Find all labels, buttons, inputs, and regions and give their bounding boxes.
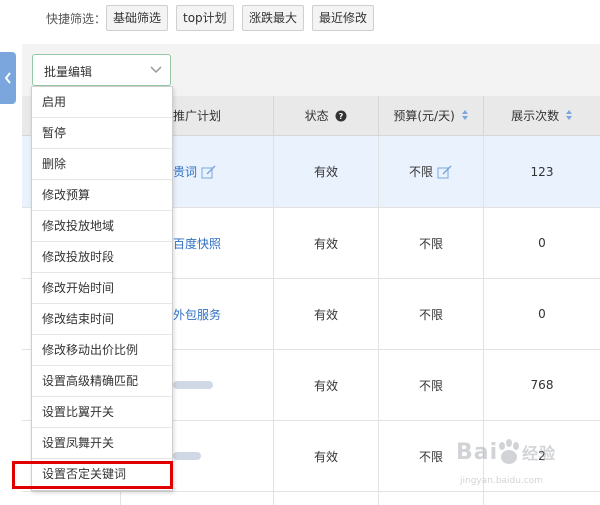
batch-edit-menu: 启用 暂停 删除 修改预算 修改投放地域 修改投放时段 修改开始时间 修改结束时… [31, 86, 173, 491]
watermark-url: jingyan.baidu.com [460, 476, 544, 486]
budget-cell: 不限 [378, 279, 483, 349]
chevron-left-icon [4, 72, 11, 84]
filter-recent-change-button[interactable]: 最近修改 [312, 5, 375, 31]
filter-biggest-change-button[interactable]: 涨跌最大 [242, 5, 305, 31]
filter-basic-button[interactable]: 基础筛选 [106, 5, 169, 31]
status-cell: 有效 [273, 421, 378, 491]
menu-item-delete[interactable]: 删除 [32, 149, 172, 180]
sort-icon[interactable] [565, 109, 573, 121]
status-cell: 有效 [273, 208, 378, 278]
menu-item-fengwu-switch[interactable]: 设置凤舞开关 [32, 428, 172, 459]
col-header-budget[interactable]: 预算(元/天) [378, 96, 483, 136]
svg-text:?: ? [339, 112, 344, 121]
col-header-budget-label: 预算(元/天) [393, 109, 455, 123]
paw-icon [499, 439, 519, 464]
col-header-impressions-label: 展示次数 [511, 109, 560, 123]
edit-icon[interactable] [201, 164, 217, 179]
sort-icon[interactable] [461, 109, 469, 121]
sidebar-toggle[interactable] [0, 52, 16, 104]
col-header-status: 状态 ? [273, 96, 378, 136]
batch-edit-label: 批量编辑 [44, 65, 93, 79]
redacted-plan-name [173, 452, 201, 460]
col-header-plan-label: 推广计划 [172, 109, 221, 123]
plan-link[interactable]: 贵词 [173, 163, 197, 180]
menu-item-edit-end-time[interactable]: 修改结束时间 [32, 304, 172, 335]
filter-top-plan-button[interactable]: top计划 [176, 5, 234, 31]
budget-cell: 不限 [378, 208, 483, 278]
quick-filter-label: 快捷筛选： [46, 12, 107, 26]
status-cell: 有效 [273, 136, 378, 207]
menu-item-edit-schedule[interactable]: 修改投放时段 [32, 242, 172, 273]
chevron-down-icon [150, 66, 162, 74]
budget-cell: 不限 [378, 350, 483, 420]
menu-item-edit-mobile-bid[interactable]: 修改移动出价比例 [32, 335, 172, 366]
quick-filter-bar: 快捷筛选： 基础筛选 top计划 涨跌最大 最近修改 [0, 0, 600, 44]
col-header-status-label: 状态 [304, 109, 329, 123]
help-icon[interactable]: ? [335, 110, 347, 122]
impressions-cell: 768 [483, 350, 600, 420]
menu-item-enable[interactable]: 启用 [32, 87, 172, 118]
watermark-logo: Bai 经验 jingyan.baidu.com [456, 436, 574, 496]
col-header-impressions[interactable]: 展示次数 [483, 96, 600, 136]
impressions-cell: 0 [483, 279, 600, 349]
menu-item-advanced-exact-match[interactable]: 设置高级精确匹配 [32, 366, 172, 397]
menu-item-edit-start-time[interactable]: 修改开始时间 [32, 273, 172, 304]
edit-icon[interactable] [437, 164, 453, 179]
menu-item-pause[interactable]: 暂停 [32, 118, 172, 149]
menu-item-biyi-switch[interactable]: 设置比翼开关 [32, 397, 172, 428]
batch-edit-select[interactable]: 批量编辑 [32, 54, 171, 86]
status-cell [273, 492, 378, 505]
plan-link[interactable]: 百度快照 [173, 235, 221, 252]
status-cell: 有效 [273, 350, 378, 420]
highlight-box [12, 461, 173, 489]
impressions-cell: 0 [483, 208, 600, 278]
plan-cell [120, 492, 273, 505]
redacted-plan-name [173, 381, 213, 389]
impressions-cell: 123 [483, 136, 600, 207]
status-cell: 有效 [273, 279, 378, 349]
budget-value: 不限 [408, 165, 433, 179]
budget-cell: 不限 [378, 136, 483, 207]
plan-link[interactable]: 外包服务 [173, 306, 221, 323]
menu-item-edit-region[interactable]: 修改投放地域 [32, 211, 172, 242]
menu-item-edit-budget[interactable]: 修改预算 [32, 180, 172, 211]
